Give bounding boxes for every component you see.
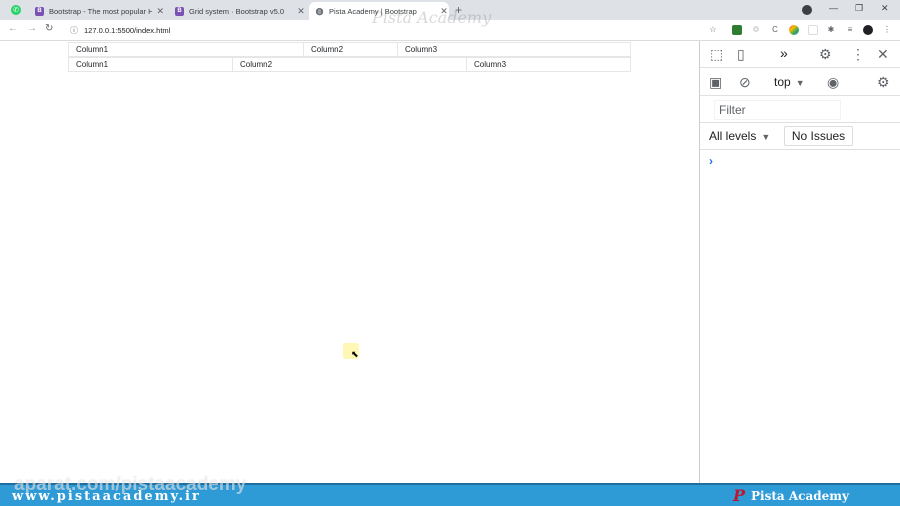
filter-bar: Filter	[700, 96, 900, 123]
clear-console-icon[interactable]: ⊘	[739, 75, 751, 89]
tab-title: Grid system · Bootstrap v5.0	[189, 6, 285, 16]
avatar[interactable]	[863, 25, 873, 35]
brand-name: Pista Academy	[751, 489, 849, 503]
screen: ✆ B Bootstrap - The most popular HT ✕ B …	[0, 0, 900, 506]
tab-grid-system[interactable]: B Grid system · Bootstrap v5.0 ✕	[169, 2, 306, 20]
console-settings-gear-icon[interactable]: ⚙	[877, 75, 890, 89]
extension-icon[interactable]	[808, 25, 818, 35]
grid-column: Column1	[69, 58, 233, 71]
puzzle-icon[interactable]: ✱	[826, 25, 836, 35]
close-tab-icon[interactable]: ✕	[156, 6, 165, 17]
grid-column: Column3	[405, 45, 438, 54]
whatsapp-pinned-tab-icon[interactable]: ✆	[11, 5, 21, 15]
brand: P Pista Academy	[733, 488, 849, 504]
close-tab-icon[interactable]: ✕	[296, 6, 306, 17]
caret-down-icon: ▼	[795, 78, 805, 88]
tab-title: Bootstrap - The most popular HT	[49, 6, 152, 16]
console-prompt-icon[interactable]: ›	[709, 154, 713, 168]
sidebar-toggle-icon[interactable]: ▣	[709, 75, 722, 89]
watermark-bottom: aparat.com/pistaacademy	[14, 474, 247, 495]
grid-column: Column3	[474, 60, 507, 69]
forward-icon[interactable]: →	[27, 23, 37, 34]
reading-list-icon[interactable]: ≡	[845, 25, 855, 35]
filter-input[interactable]: Filter	[714, 100, 841, 120]
extension-icon[interactable]: ♲	[751, 25, 761, 35]
page-viewport: Column1 Column2 Column3 Column1 Column2 …	[0, 41, 699, 483]
tab-search-icon[interactable]	[802, 5, 812, 15]
context-label: top	[774, 75, 791, 89]
levels-bar: All levels ▼ No Issues	[700, 123, 900, 150]
grid-row: Column1 Column2 Column3	[68, 42, 631, 57]
issues-button[interactable]: No Issues	[784, 126, 853, 146]
settings-gear-icon[interactable]: ⚙	[819, 47, 832, 61]
extension-icon[interactable]	[789, 25, 799, 35]
grid-column: Column1	[69, 43, 304, 56]
log-levels-dropdown[interactable]: All levels ▼	[709, 129, 770, 143]
grid-column: Column2	[233, 58, 467, 71]
url-text: 127.0.0.1:5500/index.html	[84, 26, 171, 35]
bootstrap-favicon-icon: B	[175, 6, 184, 16]
devtools-main-toolbar: ⬚ ▯ » ⚙ ⋮ ✕	[700, 41, 900, 68]
close-window-icon[interactable]: ✕	[881, 3, 889, 14]
tab-bootstrap-home[interactable]: B Bootstrap - The most popular HT ✕	[29, 2, 165, 20]
close-devtools-icon[interactable]: ✕	[877, 47, 889, 61]
site-info-icon[interactable]: ⓘ	[70, 25, 78, 36]
reload-icon[interactable]: ↻	[45, 23, 53, 34]
devtools-panel: ⬚ ▯ » ⚙ ⋮ ✕ ▣ ⊘ top ▼ ◉ ⚙ Filter All leve…	[699, 41, 900, 483]
menu-kebab-icon[interactable]: ⋮	[882, 25, 892, 35]
more-tabs-icon[interactable]: »	[780, 46, 788, 60]
live-expression-eye-icon[interactable]: ◉	[827, 75, 839, 89]
context-selector[interactable]: top ▼	[774, 75, 805, 89]
inspect-element-icon[interactable]: ⬚	[710, 47, 723, 61]
grid-row: Column1 Column2 Column3	[68, 57, 631, 72]
levels-label: All levels	[709, 129, 757, 143]
extension-icon[interactable]	[732, 25, 742, 35]
back-icon[interactable]: ←	[8, 23, 18, 34]
globe-icon: ◍	[315, 5, 324, 16]
extension-icon[interactable]: C	[770, 25, 780, 35]
restore-icon[interactable]: ❐	[855, 3, 863, 14]
device-toolbar-icon[interactable]: ▯	[737, 47, 745, 61]
watermark-top: Pista Academy	[372, 8, 492, 27]
menu-kebab-icon[interactable]: ⋮	[851, 47, 865, 61]
bootstrap-favicon-icon: B	[35, 6, 44, 16]
mouse-cursor-icon: ⬉	[351, 349, 359, 359]
console-toolbar: ▣ ⊘ top ▼ ◉ ⚙	[700, 68, 900, 96]
minimize-icon[interactable]: —	[829, 3, 838, 13]
grid-column: Column2	[304, 43, 398, 56]
bookmark-star-icon[interactable]: ☆	[708, 25, 718, 35]
pista-logo-icon: P	[733, 486, 746, 505]
caret-down-icon: ▼	[761, 132, 771, 142]
